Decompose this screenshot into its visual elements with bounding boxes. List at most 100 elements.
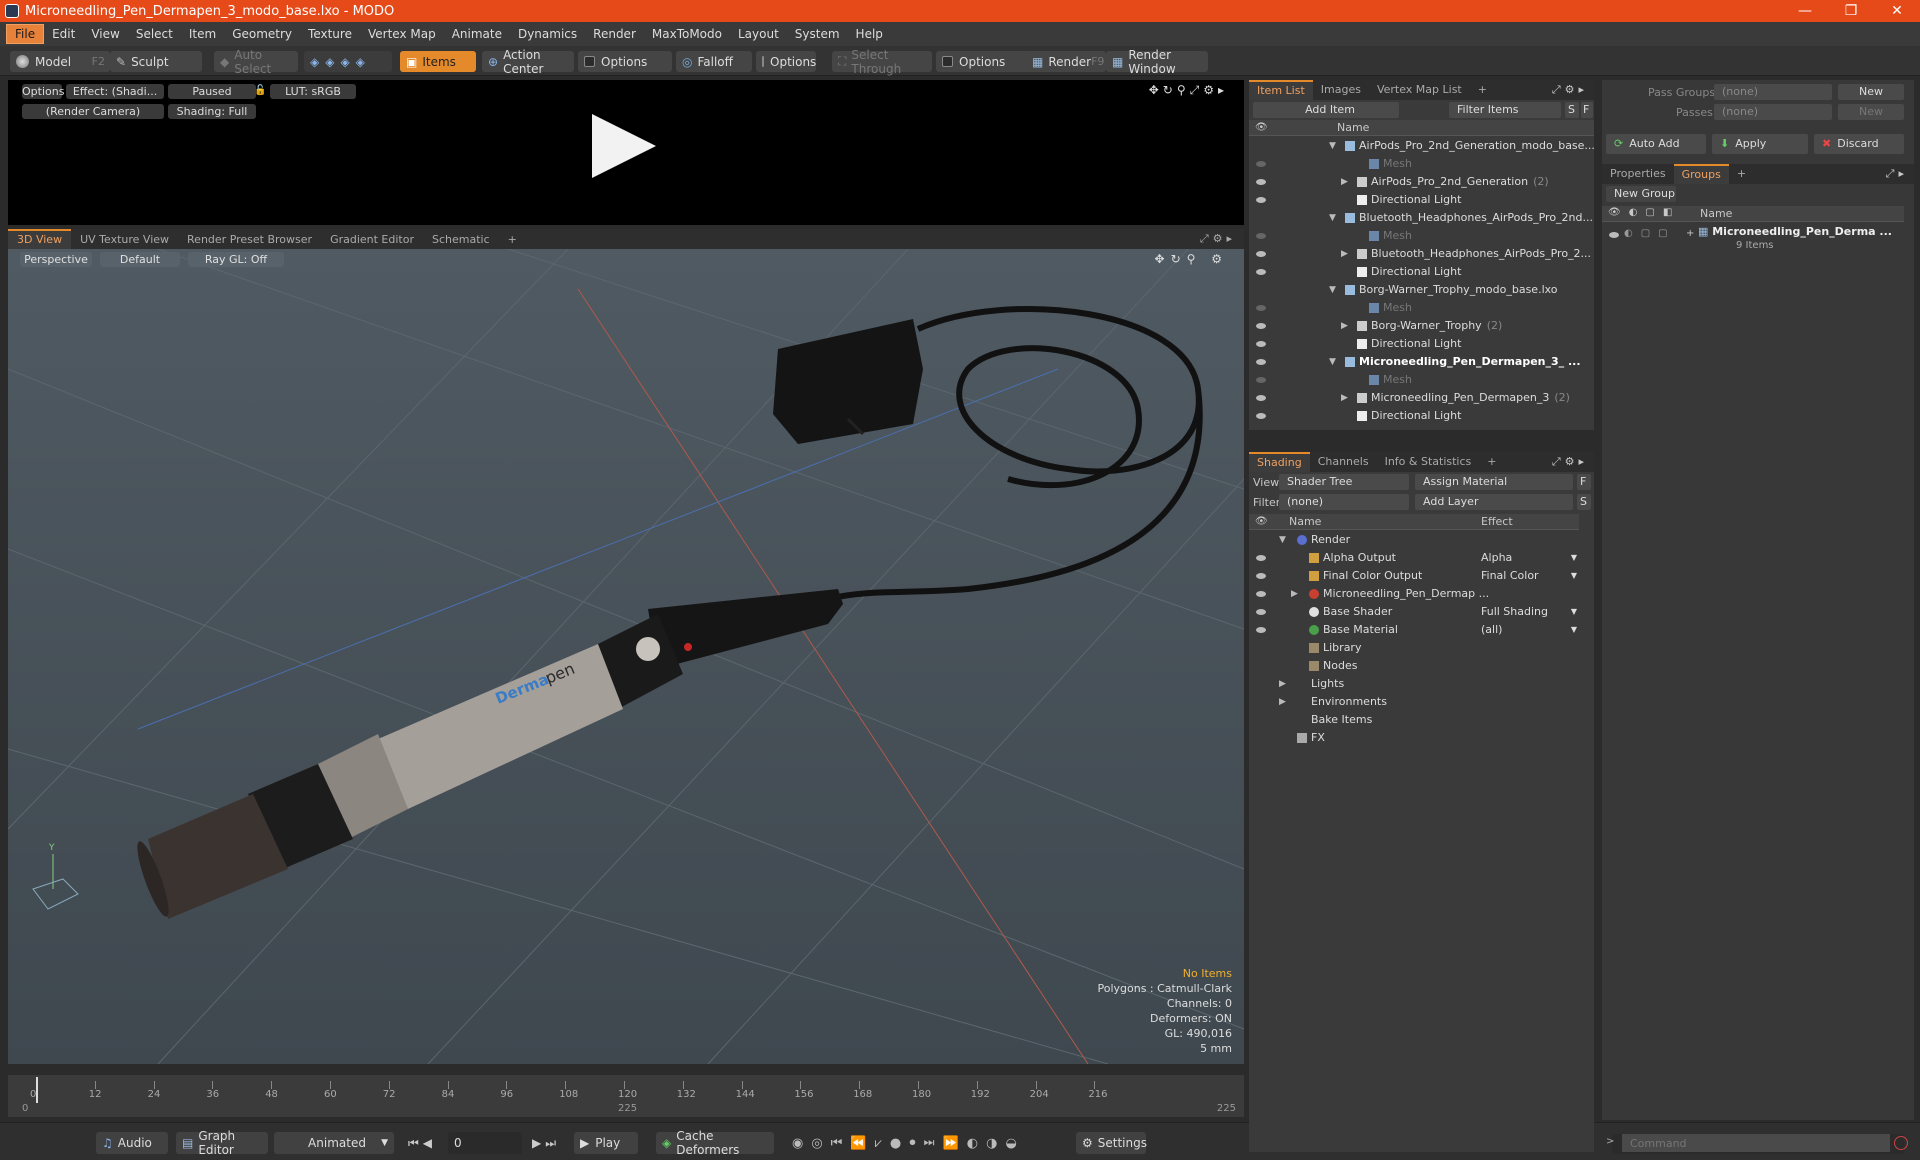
panel-controls-icons[interactable]: ⤢⚙▸ <box>1200 232 1236 246</box>
add-tab-button[interactable]: + <box>1470 80 1495 100</box>
item-list-row[interactable]: ▼ Borg-Warner_Trophy_modo_base.lxo <box>1249 281 1579 299</box>
item-list-row[interactable]: Directional Light <box>1249 407 1579 425</box>
tab-groups[interactable]: Groups <box>1673 164 1729 184</box>
minimize-button[interactable]: — <box>1782 0 1828 22</box>
shader-tree-row[interactable]: ▶ Microneedling_Pen_Dermap ... <box>1249 585 1579 603</box>
shader-tree-row[interactable]: Nodes <box>1249 657 1579 675</box>
animated-dropdown[interactable]: Animated ▼ <box>274 1132 394 1154</box>
new-pass-group-button[interactable]: New <box>1838 84 1904 100</box>
shader-tree-row[interactable]: FX <box>1249 729 1579 747</box>
expand-icon[interactable]: ▶ <box>1291 585 1298 603</box>
render-button[interactable]: ▦ Render F9 <box>1026 51 1106 72</box>
collapse-icon[interactable]: ▼ <box>1279 531 1286 549</box>
items-mode-button[interactable]: ▣ Items <box>400 51 476 72</box>
raygl-toggle[interactable]: Ray GL: Off <box>188 252 284 267</box>
item-list-row[interactable]: ▶ Borg-Warner_Trophy (2) <box>1249 317 1579 335</box>
panel-controls-icons[interactable]: ⤢⚙▸ <box>1552 455 1588 469</box>
command-input[interactable] <box>1622 1134 1890 1152</box>
collapse-icon[interactable]: ▼ <box>1329 209 1336 227</box>
item-list-row[interactable]: ▼ AirPods_Pro_2nd_Generation_modo_base... <box>1249 137 1595 155</box>
expand-icon[interactable]: + <box>1686 228 1694 239</box>
visibility-eye-icon[interactable] <box>1256 269 1266 275</box>
falloff-options-button[interactable]: Options <box>756 51 816 72</box>
menu-select[interactable]: Select <box>128 25 181 43</box>
preview-paused[interactable]: Paused <box>168 84 256 99</box>
shader-tree-row[interactable]: Bake Items <box>1249 711 1579 729</box>
visibility-eye-icon[interactable] <box>1256 179 1266 185</box>
item-list-row[interactable]: Mesh <box>1249 371 1579 389</box>
vertex-edge-polygon-icons[interactable]: ◈◈◈◈ <box>310 55 371 69</box>
expand-icon[interactable]: ▶ <box>1341 245 1348 263</box>
preview-lut[interactable]: LUT: sRGB <box>270 84 356 99</box>
cache-deformers-button[interactable]: ◈ Cache Deformers <box>656 1129 774 1157</box>
visibility-eye-icon[interactable] <box>1256 413 1266 419</box>
visibility-eye-icon[interactable] <box>1256 233 1266 239</box>
tab-info-statistics[interactable]: Info & Statistics <box>1377 452 1480 472</box>
tab-channels[interactable]: Channels <box>1310 452 1377 472</box>
visibility-eye-icon[interactable] <box>1256 609 1266 615</box>
render-window-button[interactable]: ▦ Render Window <box>1106 48 1208 76</box>
menu-render[interactable]: Render <box>585 25 644 43</box>
item-list-row[interactable]: ▶ Microneedling_Pen_Dermapen_3 (2) <box>1249 389 1579 407</box>
visibility-eye-icon[interactable] <box>1256 573 1266 579</box>
s-toggle[interactable]: S <box>1577 494 1591 510</box>
collapse-icon[interactable]: ▼ <box>1329 353 1336 371</box>
select-through-button[interactable]: ⛶ Select Through <box>832 48 932 76</box>
settings-button[interactable]: ⚙ Settings <box>1076 1132 1147 1154</box>
visibility-eye-icon[interactable] <box>1256 341 1266 347</box>
item-list-row[interactable]: Directional Light <box>1249 263 1579 281</box>
menu-view[interactable]: View <box>83 25 127 43</box>
visibility-eye-icon[interactable] <box>1256 377 1266 383</box>
effect-dropdown[interactable]: (all) ▼ <box>1481 621 1579 639</box>
skip-forward-icons[interactable]: ▶⏭ <box>526 1132 568 1154</box>
visibility-eye-icon[interactable] <box>1256 591 1266 597</box>
passes-dropdown[interactable]: (none) <box>1714 104 1832 120</box>
play-icon[interactable] <box>592 114 656 178</box>
key-tools-icons[interactable]: ◉◎⏮⏪⩗●⏺⏭⏩◐◑◒ <box>786 1132 1066 1154</box>
add-tab-button[interactable]: + <box>499 233 526 246</box>
expand-icon[interactable]: ▶ <box>1341 389 1348 407</box>
filter-dropdown[interactable]: (none) <box>1279 494 1409 510</box>
item-list-row[interactable]: Directional Light <box>1249 191 1579 209</box>
visibility-eye-icon[interactable] <box>1256 197 1266 203</box>
apply-button[interactable]: ⬇ Apply <box>1712 134 1808 154</box>
add-item-dropdown[interactable]: Add Item <box>1253 102 1399 118</box>
shader-tree-row[interactable]: Alpha Output Alpha ▼ <box>1249 549 1579 567</box>
menu-vertex-map[interactable]: Vertex Map <box>360 25 444 43</box>
timeline-playhead[interactable] <box>36 1077 38 1103</box>
view-dropdown[interactable]: Shader Tree <box>1279 474 1409 490</box>
lock-icon[interactable]: 🔓 <box>254 85 266 97</box>
menu-animate[interactable]: Animate <box>444 25 510 43</box>
menu-item[interactable]: Item <box>181 25 224 43</box>
f-toggle[interactable]: F <box>1581 102 1593 118</box>
expand-icon[interactable]: ▶ <box>1279 693 1286 711</box>
tab-vertex-map-list[interactable]: Vertex Map List <box>1369 80 1470 100</box>
effect-dropdown[interactable]: Alpha ▼ <box>1481 549 1579 567</box>
stop-icon[interactable] <box>1894 1136 1908 1150</box>
visibility-eye-icon[interactable] <box>1609 232 1619 238</box>
expand-icon[interactable]: ▶ <box>1341 317 1348 335</box>
shader-tree-row[interactable]: Base Material (all) ▼ <box>1249 621 1579 639</box>
visibility-eye-icon[interactable] <box>1256 323 1266 329</box>
effect-dropdown[interactable]: Final Color ▼ <box>1481 567 1579 585</box>
item-list-row[interactable]: ▼ Bluetooth_Headphones_AirPods_Pro_2nd... <box>1249 209 1593 227</box>
tab-gradient-editor[interactable]: Gradient Editor <box>321 233 423 246</box>
discard-button[interactable]: ✖ Discard <box>1814 134 1904 154</box>
item-list-row[interactable]: ▼ Microneedling_Pen_Dermapen_3_ ... <box>1249 353 1581 371</box>
tab-schematic[interactable]: Schematic <box>423 233 499 246</box>
menu-edit[interactable]: Edit <box>44 25 83 43</box>
sculpt-mode-button[interactable]: ✎ Sculpt <box>110 51 202 72</box>
skip-back-icons[interactable]: ⏮◀ <box>402 1132 444 1154</box>
group-row-toggles[interactable]: ◐▢▢ <box>1624 228 1676 239</box>
group-row[interactable]: ◐▢▢ + ▦ Microneedling_Pen_Derma ... 9 It… <box>1602 224 1904 258</box>
shader-tree-row[interactable]: Library <box>1249 639 1579 657</box>
model-mode-button[interactable]: Model F2 <box>10 51 110 72</box>
visibility-eye-icon[interactable] <box>1256 161 1266 167</box>
s-toggle[interactable]: S <box>1565 102 1579 118</box>
tab-properties[interactable]: Properties <box>1602 164 1674 184</box>
shader-tree-row[interactable]: Final Color Output Final Color ▼ <box>1249 567 1579 585</box>
item-list-row[interactable]: Mesh <box>1249 299 1579 317</box>
preview-options[interactable]: Options <box>22 84 64 99</box>
panel-controls-icons[interactable]: ⤢⚙▸ <box>1552 83 1588 97</box>
audio-button[interactable]: ♫ Audio <box>96 1132 168 1154</box>
